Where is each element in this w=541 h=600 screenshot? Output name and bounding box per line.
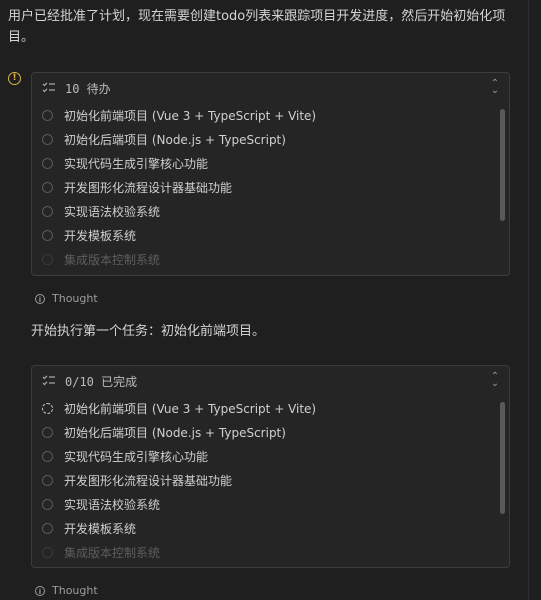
todo-item[interactable]: 集成版本控制系统 xyxy=(42,540,509,564)
todo-item[interactable]: 实现代码生成引擎核心功能 xyxy=(42,444,509,468)
todo-panel-pending: 10 待办 ⌃ ⌄ 初始化前端项目 (Vue 3 + TypeScript + V… xyxy=(31,72,510,276)
checklist-icon xyxy=(42,375,55,386)
todo-panel-header[interactable]: 10 待办 xyxy=(32,73,509,103)
warning-icon: ! xyxy=(8,72,21,85)
assistant-message: 开始执行第一个任务：初始化前端项目。 xyxy=(31,324,266,339)
todo-panel-title: 0/10 已完成 xyxy=(65,374,138,389)
todo-item[interactable]: 开发模板系统 xyxy=(42,223,509,247)
thought-toggle[interactable]: i Thought xyxy=(35,584,98,597)
todo-item-label: 初始化后端项目 (Node.js + TypeScript) xyxy=(64,132,286,147)
pending-circle-icon xyxy=(42,157,53,169)
pending-circle-icon xyxy=(42,133,53,145)
pending-circle-icon xyxy=(42,474,53,486)
todo-item[interactable]: 初始化后端项目 (Node.js + TypeScript) xyxy=(42,127,509,151)
todo-item[interactable]: 实现代码生成引擎核心功能 xyxy=(42,151,509,175)
todo-item[interactable]: 集成版本控制系统 xyxy=(42,247,509,271)
todo-item[interactable]: 实现语法校验系统 xyxy=(42,492,509,516)
todo-item[interactable]: 开发图形化流程设计器基础功能 xyxy=(42,175,509,199)
pending-circle-icon xyxy=(42,522,53,534)
checklist-icon xyxy=(42,82,55,93)
todo-item-label: 初始化后端项目 (Node.js + TypeScript) xyxy=(64,425,286,440)
info-icon: i xyxy=(35,293,45,304)
todo-scrollbar[interactable] xyxy=(500,402,505,514)
collapse-icon[interactable]: ⌃ ⌄ xyxy=(489,79,501,96)
pending-circle-icon xyxy=(42,253,53,265)
collapse-icon[interactable]: ⌃ ⌄ xyxy=(489,372,501,389)
thought-label: Thought xyxy=(52,584,98,597)
todo-item[interactable]: 开发图形化流程设计器基础功能 xyxy=(42,468,509,492)
todo-item-label: 开发图形化流程设计器基础功能 xyxy=(64,473,233,488)
pending-circle-icon xyxy=(42,205,53,217)
progress-spinner-icon xyxy=(42,402,53,414)
todo-list: 初始化前端项目 (Vue 3 + TypeScript + Vite) 初始化后… xyxy=(32,396,509,566)
pending-circle-icon xyxy=(42,229,53,241)
info-icon: i xyxy=(35,585,45,596)
todo-scrollbar[interactable] xyxy=(500,109,505,221)
assistant-intro-text: 用户已经批准了计划，现在需要创建todo列表来跟踪项目开发进度，然后开始初始化项… xyxy=(8,9,506,45)
todo-item-label: 实现语法校验系统 xyxy=(64,497,161,512)
pending-circle-icon xyxy=(42,498,53,510)
thought-label: Thought xyxy=(52,292,98,305)
todo-panel-progress: 0/10 已完成 ⌃ ⌄ 初始化前端项目 (Vue 3 + TypeScript … xyxy=(31,365,510,568)
thought-toggle[interactable]: i Thought xyxy=(35,292,98,305)
todo-item[interactable]: 实现语法校验系统 xyxy=(42,199,509,223)
todo-item-label: 开发模板系统 xyxy=(64,521,137,536)
pending-circle-icon xyxy=(42,546,53,558)
todo-item-label: 初始化前端项目 (Vue 3 + TypeScript + Vite) xyxy=(64,108,317,123)
todo-item-label: 实现代码生成引擎核心功能 xyxy=(64,449,209,464)
todo-item-label: 集成版本控制系统 xyxy=(64,252,161,267)
todo-item[interactable]: 初始化后端项目 (Node.js + TypeScript) xyxy=(42,420,509,444)
todo-item-label: 集成版本控制系统 xyxy=(64,545,161,560)
pending-circle-icon xyxy=(42,109,53,121)
pending-circle-icon xyxy=(42,426,53,438)
todo-panel-header[interactable]: 0/10 已完成 xyxy=(32,366,509,396)
todo-item-label: 开发模板系统 xyxy=(64,228,137,243)
todo-item-label: 初始化前端项目 (Vue 3 + TypeScript + Vite) xyxy=(64,401,317,416)
todo-item-label: 开发图形化流程设计器基础功能 xyxy=(64,180,233,195)
todo-list: 初始化前端项目 (Vue 3 + TypeScript + Vite) 初始化后… xyxy=(32,103,509,273)
todo-item-label: 实现代码生成引擎核心功能 xyxy=(64,156,209,171)
pending-circle-icon xyxy=(42,181,53,193)
right-divider xyxy=(528,0,529,600)
todo-item-in-progress[interactable]: 初始化前端项目 (Vue 3 + TypeScript + Vite) xyxy=(42,396,509,420)
todo-item[interactable]: 开发模板系统 xyxy=(42,516,509,540)
todo-item-label: 实现语法校验系统 xyxy=(64,204,161,219)
todo-panel-title: 10 待办 xyxy=(65,81,111,96)
pending-circle-icon xyxy=(42,450,53,462)
todo-item[interactable]: 初始化前端项目 (Vue 3 + TypeScript + Vite) xyxy=(42,103,509,127)
